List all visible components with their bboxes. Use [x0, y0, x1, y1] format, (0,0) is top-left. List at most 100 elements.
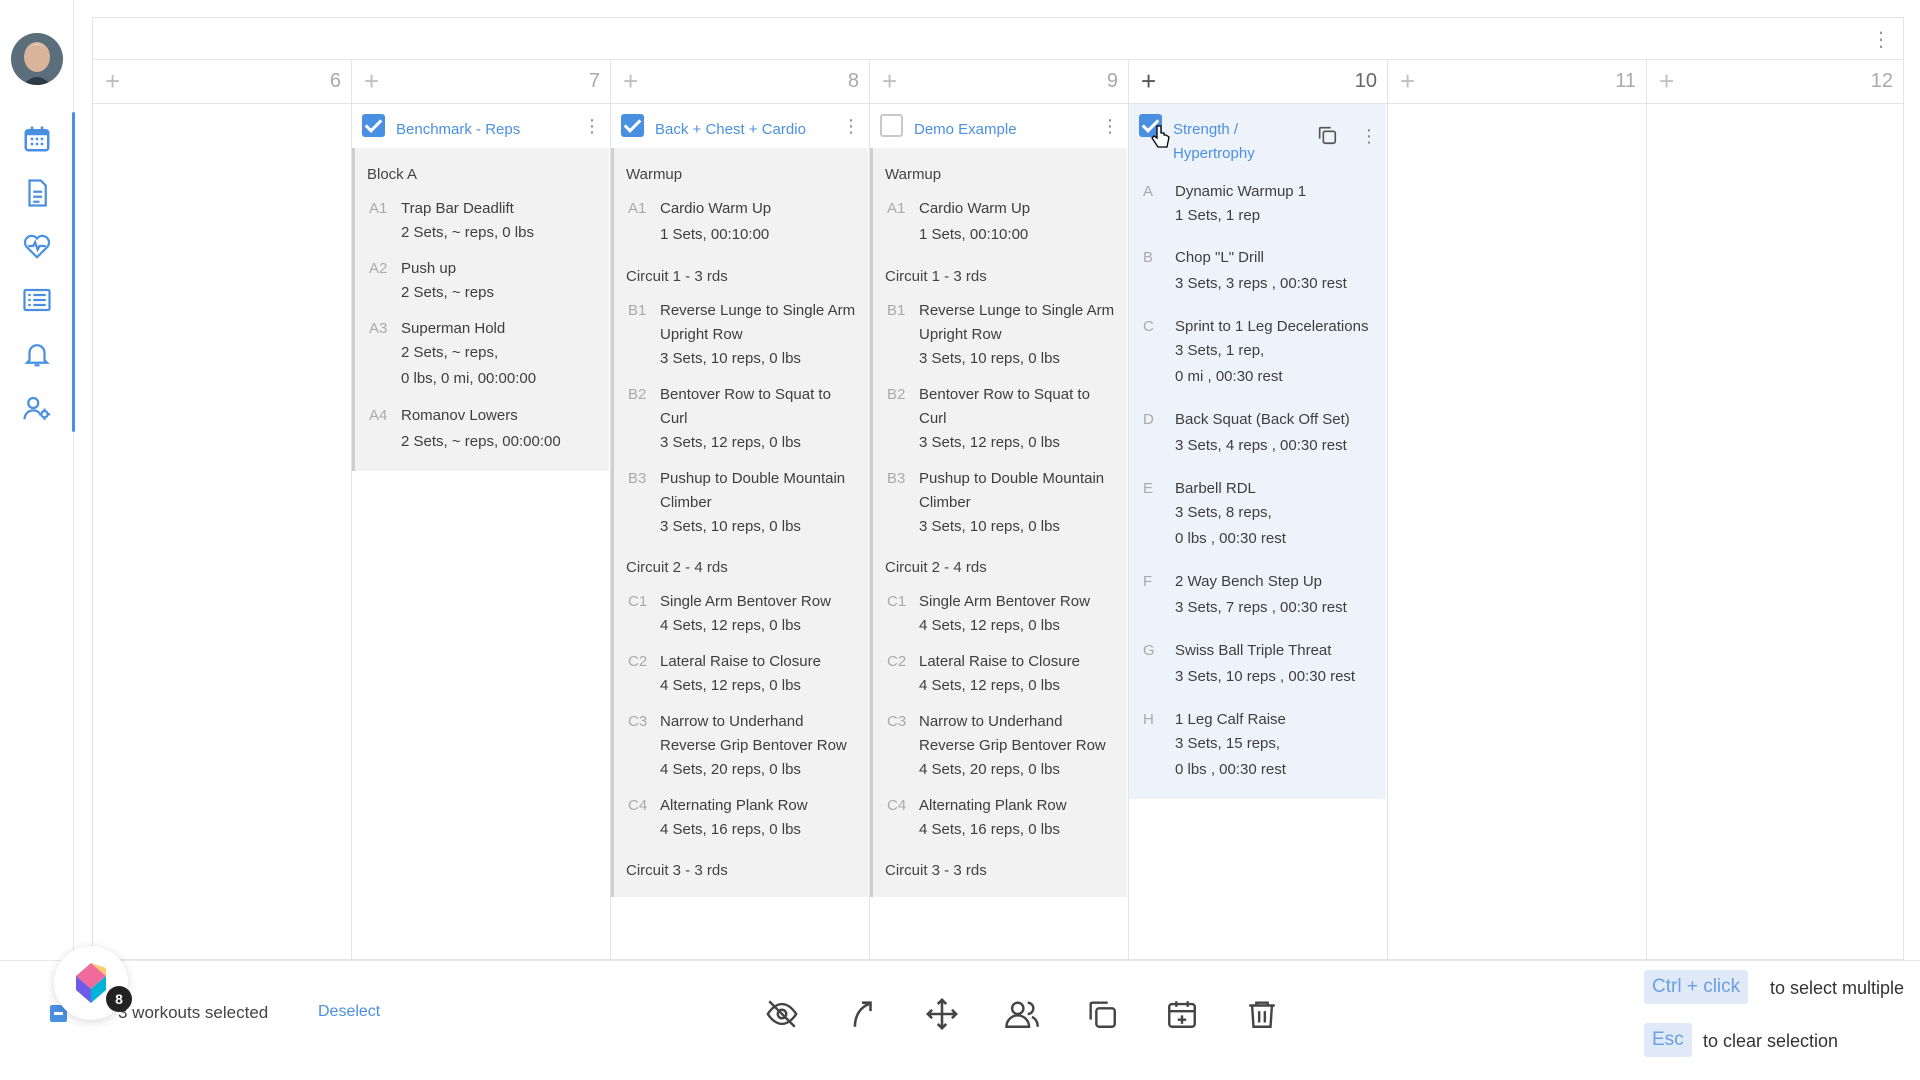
- exercise-item[interactable]: B1 Reverse Lunge to Single Arm Upright Ro…: [873, 293, 1127, 377]
- exercise-name: Single Arm Bentover Row: [919, 593, 1090, 610]
- list-icon[interactable]: [21, 284, 53, 316]
- workout-card-benchmark[interactable]: Benchmark - Reps ⋮ Block A A1 Trap Bar D…: [352, 104, 609, 471]
- block-label: Circuit 1 - 3 rds: [626, 268, 728, 285]
- workout-body: Block A A1 Trap Bar Deadlift 2 Sets, ~ r…: [352, 148, 609, 471]
- duplicate-icon[interactable]: [1316, 124, 1338, 146]
- copy-icon[interactable]: [1082, 996, 1122, 1032]
- add-workout-icon[interactable]: +: [882, 68, 897, 94]
- exercise-code: G: [1143, 642, 1155, 659]
- move-icon[interactable]: [922, 996, 962, 1032]
- exercise-item[interactable]: C2 Lateral Raise to Closure 4 Sets, 12 rep…: [873, 644, 1127, 704]
- calendar-add-icon[interactable]: [1162, 996, 1202, 1032]
- exercise-item[interactable]: C4 Alternating Plank Row 4 Sets, 16 reps, …: [614, 788, 868, 848]
- deselect-link[interactable]: Deselect: [318, 1003, 380, 1021]
- user-settings-icon[interactable]: [21, 392, 53, 424]
- share-icon[interactable]: [842, 996, 882, 1032]
- exercise-item[interactable]: B Chop "L" Drill 3 Sets, 3 reps , 00:30 re…: [1129, 240, 1386, 303]
- exercise-item[interactable]: A1 Trap Bar Deadlift 2 Sets, ~ reps, 0 l…: [355, 191, 609, 251]
- workout-menu-icon[interactable]: ⋮: [583, 116, 601, 137]
- bell-icon[interactable]: [21, 338, 53, 370]
- exercise-code: C: [1143, 318, 1154, 335]
- exercise-name: Bentover Row to Squat to Curl: [919, 386, 1090, 427]
- exercise-item[interactable]: C1 Single Arm Bentover Row 4 Sets, 12 reps…: [873, 584, 1127, 644]
- exercise-item[interactable]: B3 Pushup to Double Mountain Climber 3 Set…: [614, 461, 868, 545]
- workout-menu-icon[interactable]: ⋮: [1360, 126, 1378, 147]
- workout-card-back-chest-cardio[interactable]: Back + Chest + Cardio ⋮ Warmup A1 Cardio …: [611, 104, 868, 897]
- workout-checkbox[interactable]: [362, 114, 385, 137]
- exercise-item[interactable]: B2 Bentover Row to Squat to Curl 3 Sets, 1…: [873, 377, 1127, 461]
- exercise-item[interactable]: C1 Single Arm Bentover Row 4 Sets, 12 reps…: [614, 584, 868, 644]
- exercise-name: Swiss Ball Triple Threat: [1175, 642, 1332, 659]
- shortcut-key-ctrl-click: Ctrl + click: [1644, 970, 1749, 1004]
- workout-title[interactable]: Strength / Hypertrophy: [1173, 118, 1273, 166]
- day-number: 8: [847, 70, 859, 92]
- exercise-item[interactable]: C4 Alternating Plank Row 4 Sets, 16 reps, …: [873, 788, 1127, 848]
- exercise-item[interactable]: C3 Narrow to Underhand Reverse Grip Bento…: [873, 704, 1127, 788]
- exercise-detail: 4 Sets, 12 reps, 0 lbs: [919, 677, 1060, 694]
- workout-card-demo-example[interactable]: Demo Example ⋮ Warmup A1 Cardio Warm Up 1 …: [870, 104, 1127, 897]
- heart-pulse-icon[interactable]: [21, 230, 53, 262]
- exercise-item[interactable]: A1 Cardio Warm Up 1 Sets, 00:10:00: [873, 191, 1127, 254]
- exercise-detail: 0 lbs, 0 mi, 00:00:00: [401, 370, 537, 387]
- exercise-item[interactable]: F 2 Way Bench Step Up 3 Sets, 7 reps , 00:…: [1129, 564, 1386, 627]
- add-workout-icon[interactable]: +: [1400, 68, 1415, 94]
- exercise-item[interactable]: A3 Superman Hold 2 Sets, ~ reps, 0 lbs, …: [355, 311, 609, 398]
- exercise-item[interactable]: B2 Bentover Row to Squat to Curl 3 Sets, 1…: [614, 377, 868, 461]
- workout-checkbox[interactable]: [880, 114, 903, 137]
- exercise-detail: 3 Sets, 4 reps , 00:30 rest: [1175, 437, 1347, 454]
- add-workout-icon[interactable]: +: [105, 68, 120, 94]
- exercise-name: Push up: [401, 260, 457, 277]
- exercise-code: B3: [887, 470, 906, 487]
- exercise-item[interactable]: A Dynamic Warmup 1 1 Sets, 1 rep: [1129, 174, 1386, 234]
- exercise-item[interactable]: H 1 Leg Calf Raise 3 Sets, 15 reps, 0 lbs ,…: [1129, 702, 1386, 789]
- exercise-detail: 3 Sets, 7 reps , 00:30 rest: [1175, 599, 1347, 616]
- exercise-detail: 1 Sets, 00:10:00: [919, 226, 1029, 243]
- exercise-name: Pushup to Double Mountain Climber: [919, 470, 1105, 511]
- exercise-item[interactable]: C2 Lateral Raise to Closure 4 Sets, 12 rep…: [614, 644, 868, 704]
- workout-card-strength-hypertrophy[interactable]: Strength / Hypertrophy ⋮ A Dynamic Warmup…: [1129, 104, 1386, 799]
- more-options-icon[interactable]: ⋮: [1871, 28, 1891, 52]
- exercise-item[interactable]: C Sprint to 1 Leg Decelerations 3 Sets, 1 …: [1129, 309, 1386, 396]
- hide-icon[interactable]: [762, 996, 802, 1032]
- calendar-icon[interactable]: [21, 123, 53, 155]
- block-label: Circuit 2 - 4 rds: [885, 559, 987, 576]
- exercise-name: Dynamic Warmup 1: [1175, 183, 1307, 200]
- day-header: + 9: [870, 60, 1128, 104]
- exercise-item[interactable]: G Swiss Ball Triple Threat 3 Sets, 10 reps…: [1129, 633, 1386, 696]
- sidebar-active-indicator: [72, 112, 75, 432]
- assign-users-icon[interactable]: [1002, 996, 1042, 1032]
- workout-checkbox[interactable]: [621, 114, 644, 137]
- add-workout-icon[interactable]: +: [364, 68, 379, 94]
- exercise-detail: 0 lbs , 00:30 rest: [1175, 761, 1286, 778]
- exercise-item[interactable]: E Barbell RDL 3 Sets, 8 reps, 0 lbs , 00:30…: [1129, 471, 1386, 558]
- trash-icon[interactable]: [1242, 996, 1282, 1032]
- exercise-name: Alternating Plank Row: [660, 797, 808, 814]
- workout-title[interactable]: Benchmark - Reps: [396, 118, 520, 142]
- workout-menu-icon[interactable]: ⋮: [842, 116, 860, 137]
- day-column-9: + 9 Demo Example ⋮ Warmup A1 Cardio Warm …: [870, 60, 1129, 959]
- exercise-item[interactable]: D Back Squat (Back Off Set) 3 Sets, 4 reps…: [1129, 402, 1386, 465]
- day-number: 9: [1106, 70, 1118, 92]
- exercise-item[interactable]: B1 Reverse Lunge to Single Arm Upright Ro…: [614, 293, 868, 377]
- workout-title[interactable]: Back + Chest + Cardio: [655, 118, 806, 142]
- exercise-item[interactable]: A4 Romanov Lowers 2 Sets, ~ reps, 00:00:…: [355, 398, 609, 461]
- document-icon[interactable]: [21, 177, 53, 209]
- exercise-code: B: [1143, 249, 1154, 266]
- exercise-name: Pushup to Double Mountain Climber: [660, 470, 846, 511]
- day-number: 10: [1354, 70, 1377, 92]
- add-workout-icon[interactable]: +: [1141, 68, 1156, 94]
- exercise-item[interactable]: C3 Narrow to Underhand Reverse Grip Bento…: [614, 704, 868, 788]
- exercise-code: A1: [628, 200, 647, 217]
- add-workout-icon[interactable]: +: [623, 68, 638, 94]
- exercise-item[interactable]: B3 Pushup to Double Mountain Climber 3 Set…: [873, 461, 1127, 545]
- exercise-name: Superman Hold: [401, 320, 506, 337]
- exercise-item[interactable]: A1 Cardio Warm Up 1 Sets, 00:10:00: [614, 191, 868, 254]
- workout-title[interactable]: Demo Example: [914, 118, 1017, 142]
- exercise-detail: 3 Sets, 10 reps, 0 lbs: [660, 518, 801, 535]
- add-workout-icon[interactable]: +: [1659, 68, 1674, 94]
- workout-menu-icon[interactable]: ⋮: [1101, 116, 1119, 137]
- exercise-item[interactable]: A2 Push up 2 Sets, ~ reps: [355, 251, 609, 311]
- exercise-name: Single Arm Bentover Row: [660, 593, 831, 610]
- avatar[interactable]: [11, 33, 63, 85]
- exercise-detail: 3 Sets, 1 rep,: [1175, 342, 1265, 359]
